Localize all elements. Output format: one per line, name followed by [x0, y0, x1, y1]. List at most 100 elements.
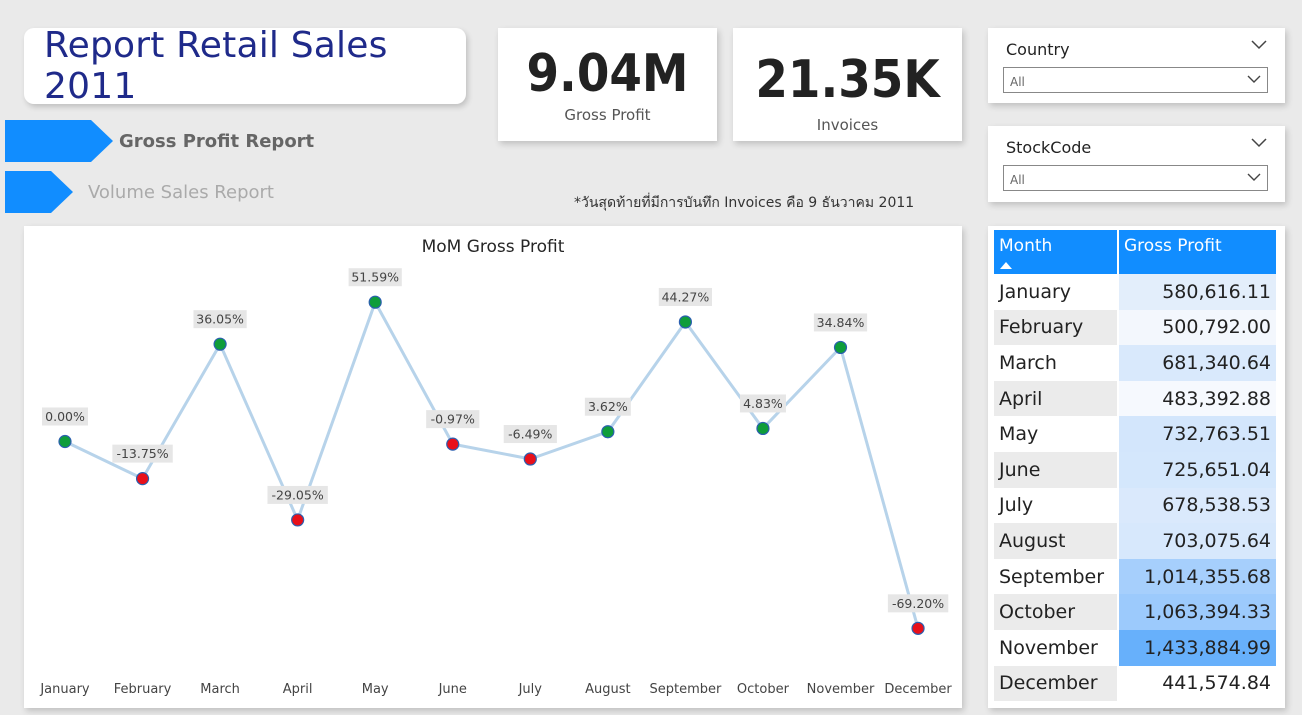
invoices-label: Invoices: [816, 116, 879, 134]
x-tick-label: March: [200, 682, 240, 697]
month-cell: March: [994, 345, 1119, 381]
sort-ascending-icon: [1000, 262, 1012, 269]
nav-volume-sales-label: Volume Sales Report: [88, 181, 274, 203]
x-tick-label: July: [518, 682, 543, 697]
gross-profit-cell: 678,538.53: [1118, 487, 1276, 524]
table-row[interactable]: November 1,433,884.99: [994, 629, 1276, 666]
nav-volume-sales-report[interactable]: Volume Sales Report: [5, 171, 274, 213]
data-label: -13.75%: [116, 446, 168, 461]
gross-profit-cell: 483,392.88: [1118, 380, 1276, 417]
month-cell: October: [994, 594, 1119, 630]
last-invoice-date-note: *วันสุดท้ายที่มีการบันทึก Invoices คือ 9…: [574, 195, 915, 211]
chevron-down-icon: [1247, 173, 1261, 181]
x-tick-label: February: [114, 682, 172, 697]
table-row[interactable]: July 678,538.53: [994, 487, 1276, 524]
series-line: [64, 298, 920, 629]
table-row[interactable]: April 483,392.88: [994, 380, 1276, 417]
data-point[interactable]: [756, 421, 770, 436]
data-point[interactable]: [291, 513, 305, 527]
data-label: 3.62%: [588, 399, 628, 414]
chart-canvas: 0.00% January -13.75% February 36.05% March -2…: [39, 268, 952, 697]
data-point[interactable]: [213, 337, 227, 351]
data-label: 36.05%: [196, 312, 244, 327]
gross-profit-table-card: Month Gross Profit January 580,616.11 Febr…: [988, 226, 1285, 708]
month-cell: July: [994, 487, 1119, 524]
gross-profit-cell: 580,616.11: [1118, 274, 1276, 310]
data-point[interactable]: [368, 295, 382, 309]
column-header-month[interactable]: Month: [994, 230, 1119, 274]
data-point[interactable]: [678, 315, 693, 329]
gross-profit-table: Month Gross Profit January 580,616.11 Febr…: [994, 230, 1276, 702]
gross-profit-cell: 732,763.51: [1118, 416, 1276, 452]
data-label: 51.59%: [351, 270, 399, 285]
nav-gross-profit-report[interactable]: Gross Profit Report: [5, 120, 314, 162]
report-title-card: Report Retail Sales 2011: [24, 25, 466, 107]
table-row[interactable]: June 725,651.04: [994, 451, 1276, 488]
table-row[interactable]: January 580,616.11: [994, 274, 1276, 310]
stockcode-dropdown[interactable]: All: [1003, 165, 1268, 191]
x-tick-label: November: [807, 682, 875, 697]
table-row[interactable]: February 500,792.00: [994, 309, 1276, 346]
gross-profit-cell: 725,651.04: [1118, 451, 1276, 488]
stockcode-dropdown-value: All: [1010, 173, 1025, 187]
stockcode-slicer-label: StockCode: [1006, 138, 1092, 157]
country-dropdown[interactable]: All: [1003, 67, 1268, 93]
x-tick-label: August: [585, 682, 631, 697]
chevron-down-icon[interactable]: [1251, 138, 1267, 148]
data-label: 4.83%: [743, 396, 783, 411]
month-cell: November: [994, 629, 1119, 666]
nav-gross-profit-label: Gross Profit Report: [119, 130, 315, 152]
table-row[interactable]: August 703,075.64: [994, 523, 1276, 559]
country-slicer: Country All: [988, 28, 1285, 103]
month-cell: August: [994, 523, 1119, 559]
invoices-value: 21.35K: [755, 50, 940, 110]
gross-profit-cell: 703,075.64: [1118, 523, 1276, 559]
data-label: 44.27%: [662, 289, 710, 304]
table-row[interactable]: March 681,340.64: [994, 345, 1276, 381]
stockcode-slicer: StockCode All: [988, 126, 1285, 202]
chevron-down-icon: [1247, 75, 1261, 83]
data-point[interactable]: [601, 425, 615, 439]
table-row[interactable]: September 1,014,355.68: [994, 558, 1276, 595]
data-point[interactable]: [446, 437, 460, 451]
x-tick-label: September: [649, 682, 722, 697]
data-label: -69.20%: [892, 596, 944, 611]
data-point[interactable]: [135, 472, 150, 486]
data-point[interactable]: [911, 621, 925, 635]
table-row[interactable]: October 1,063,394.33: [994, 594, 1276, 630]
month-cell: September: [994, 558, 1119, 595]
invoices-kpi-card: 21.35K Invoices: [733, 28, 962, 141]
x-tick-label: June: [438, 682, 467, 697]
gross-profit-cell: 500,792.00: [1118, 309, 1276, 346]
data-point[interactable]: [833, 340, 848, 355]
chart-title: MoM Gross Profit: [421, 237, 565, 257]
month-cell: December: [994, 665, 1119, 702]
gross-profit-cell: 1,063,394.33: [1118, 594, 1276, 630]
gross-profit-kpi-card: 9.04M Gross Profit: [498, 28, 717, 141]
month-cell: January: [994, 274, 1119, 310]
country-slicer-label: Country: [1006, 40, 1070, 59]
gross-profit-cell: 441,574.84: [1118, 665, 1276, 702]
chevron-down-icon[interactable]: [1251, 40, 1267, 50]
report-title: Report Retail Sales 2011: [44, 25, 388, 107]
arrow-tab-icon: [5, 171, 73, 213]
month-cell: February: [994, 309, 1119, 346]
month-cell: April: [994, 380, 1119, 417]
column-header-gross-profit[interactable]: Gross Profit: [1118, 230, 1276, 274]
country-dropdown-value: All: [1010, 75, 1025, 89]
data-label: -6.49%: [508, 427, 552, 442]
month-cell: June: [994, 451, 1119, 488]
arrow-tab-icon: [5, 120, 113, 162]
gross-profit-cell: 1,433,884.99: [1118, 629, 1276, 666]
x-tick-label: October: [737, 682, 790, 697]
table-row[interactable]: December 441,574.84: [994, 665, 1276, 702]
table-row[interactable]: May 732,763.51: [994, 416, 1276, 452]
gross-profit-value: 9.04M: [526, 44, 689, 104]
x-tick-label: April: [283, 682, 313, 697]
data-point[interactable]: [523, 452, 537, 466]
data-point[interactable]: [58, 434, 72, 449]
month-cell: May: [994, 416, 1119, 452]
data-label: 0.00%: [45, 409, 85, 424]
data-label: 34.84%: [817, 315, 865, 330]
gross-profit-cell: 1,014,355.68: [1118, 558, 1276, 595]
